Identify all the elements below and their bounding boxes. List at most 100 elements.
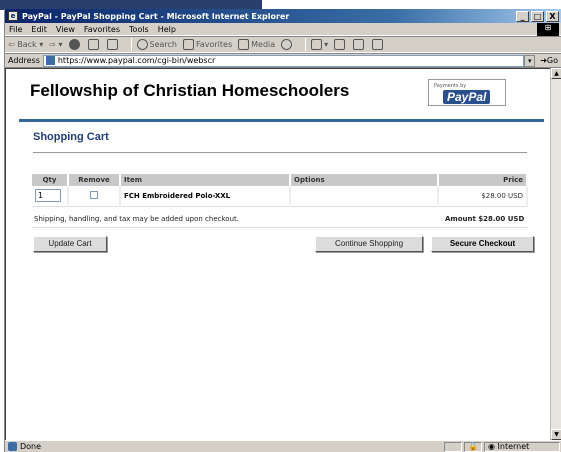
title-bar[interactable]: e PayPal - PayPal Shopping Cart - Micros… bbox=[5, 9, 561, 23]
back-label: Back bbox=[17, 40, 37, 49]
address-label: Address bbox=[8, 56, 40, 65]
page-header: Fellowship of Christian Homeschoolers Pa… bbox=[19, 69, 544, 122]
payments-by-label: Payments by bbox=[434, 83, 467, 89]
lock-icon: 🔒 bbox=[468, 442, 478, 451]
divider bbox=[33, 152, 527, 153]
update-cart-button[interactable]: Update Cart bbox=[33, 236, 107, 252]
address-bar: Address https://www.paypal.com/cgi-bin/w… bbox=[5, 53, 561, 68]
menu-bar: File Edit View Favorites Tools Help ⊞ bbox=[5, 23, 561, 36]
col-price: Price bbox=[438, 174, 528, 186]
menu-file[interactable]: File bbox=[9, 25, 22, 34]
globe-icon: ◉ bbox=[488, 442, 495, 451]
back-button[interactable]: ⇦ Back ▾ bbox=[8, 40, 43, 49]
item-options bbox=[290, 186, 439, 207]
go-arrow-icon: ➜ bbox=[540, 56, 547, 65]
status-text: Done bbox=[20, 442, 42, 451]
search-button[interactable]: Search bbox=[136, 39, 177, 50]
page-done-icon bbox=[8, 442, 17, 451]
window-title: PayPal - PayPal Shopping Cart - Microsof… bbox=[22, 11, 290, 21]
status-pane bbox=[444, 441, 462, 452]
stop-button[interactable] bbox=[68, 39, 82, 50]
status-bar: Done 🔒 ◉ Internet bbox=[5, 440, 561, 452]
refresh-icon bbox=[87, 39, 99, 50]
zone-label: Internet bbox=[497, 442, 530, 451]
search-label: Search bbox=[149, 40, 177, 49]
minimize-button[interactable]: _ bbox=[516, 10, 529, 22]
item-name: FCH Embroidered Polo-XXL bbox=[120, 186, 291, 207]
favorites-icon bbox=[182, 39, 194, 50]
qty-cell: 1 bbox=[32, 186, 69, 207]
toolbar: ⇦ Back ▾ ⇨ ▾ Search Favorites Media ▾ bbox=[5, 36, 561, 53]
refresh-button[interactable] bbox=[87, 39, 101, 50]
vertical-scrollbar[interactable]: ▲ ▼ bbox=[550, 68, 561, 440]
paypal-logo: PayPal bbox=[443, 90, 491, 104]
home-icon bbox=[106, 39, 118, 50]
search-icon bbox=[136, 39, 148, 50]
menu-edit[interactable]: Edit bbox=[31, 25, 47, 34]
history-icon bbox=[281, 39, 293, 50]
page-title: Shopping Cart bbox=[33, 131, 109, 143]
continue-shopping-button[interactable]: Continue Shopping bbox=[315, 236, 423, 252]
ssl-lock-pane: 🔒 bbox=[464, 441, 482, 452]
menu-view[interactable]: View bbox=[56, 25, 75, 34]
table-header-row: Qty Remove Item Options Price bbox=[32, 174, 528, 186]
zone-pane: ◉ Internet bbox=[484, 441, 560, 452]
favorites-label: Favorites bbox=[195, 40, 233, 49]
stop-icon bbox=[68, 39, 80, 50]
org-title: Fellowship of Christian Homeschoolers bbox=[30, 81, 350, 100]
favorites-button[interactable]: Favorites bbox=[182, 39, 233, 50]
page-viewport: Fellowship of Christian Homeschoolers Pa… bbox=[5, 68, 551, 440]
col-qty: Qty bbox=[32, 174, 69, 186]
paypal-badge: Payments by PayPal bbox=[428, 79, 506, 106]
menu-favorites[interactable]: Favorites bbox=[84, 25, 120, 34]
remove-cell bbox=[68, 186, 121, 207]
page-content: Fellowship of Christian Homeschoolers Pa… bbox=[19, 69, 544, 252]
maximize-button[interactable]: □ bbox=[531, 10, 544, 22]
print-icon bbox=[334, 39, 346, 50]
home-button[interactable] bbox=[106, 39, 120, 50]
address-input[interactable]: https://www.paypal.com/cgi-bin/webscr bbox=[42, 54, 525, 67]
col-remove: Remove bbox=[68, 174, 121, 186]
forward-arrow-icon: ⇨ bbox=[49, 40, 56, 49]
item-price: $28.00 USD bbox=[438, 186, 528, 207]
menu-tools[interactable]: Tools bbox=[129, 25, 149, 34]
browser-window: e PayPal - PayPal Shopping Cart - Micros… bbox=[4, 9, 561, 452]
address-dropdown-button[interactable]: ▾ bbox=[524, 54, 536, 67]
media-icon bbox=[238, 39, 250, 50]
cart-table: Qty Remove Item Options Price 1 FCH Embr… bbox=[32, 174, 528, 207]
edit-button[interactable] bbox=[353, 39, 366, 50]
back-arrow-icon: ⇦ bbox=[8, 40, 15, 49]
history-button[interactable] bbox=[281, 39, 294, 50]
edit-icon bbox=[353, 39, 365, 50]
go-label: Go bbox=[546, 56, 558, 65]
print-button[interactable] bbox=[334, 39, 347, 50]
go-button[interactable]: ➜Go bbox=[540, 56, 558, 65]
status-message: Done bbox=[5, 442, 444, 451]
table-row: 1 FCH Embroidered Polo-XXL $28.00 USD bbox=[32, 186, 528, 207]
menu-help[interactable]: Help bbox=[158, 25, 176, 34]
discuss-icon bbox=[372, 39, 384, 50]
col-options: Options bbox=[290, 174, 439, 186]
media-button[interactable]: Media bbox=[238, 39, 275, 50]
divider bbox=[32, 227, 528, 228]
quantity-input[interactable]: 1 bbox=[35, 189, 61, 203]
secure-checkout-button[interactable]: Secure Checkout bbox=[431, 236, 534, 252]
cart-total: Amount $28.00 USD bbox=[445, 215, 525, 223]
windows-logo-icon: ⊞ bbox=[537, 23, 559, 36]
toolbar-separator bbox=[305, 38, 307, 51]
media-label: Media bbox=[251, 40, 276, 49]
scroll-up-button[interactable]: ▲ bbox=[551, 68, 561, 79]
shipping-note: Shipping, handling, and tax may be added… bbox=[34, 215, 239, 223]
page-icon bbox=[45, 56, 55, 65]
discuss-button[interactable] bbox=[372, 39, 385, 50]
mail-icon bbox=[311, 39, 323, 50]
close-button[interactable]: X bbox=[546, 10, 559, 22]
col-item: Item bbox=[120, 174, 291, 186]
scroll-down-button[interactable]: ▼ bbox=[551, 429, 561, 440]
ie-icon: e bbox=[8, 11, 18, 21]
mail-button[interactable]: ▾ bbox=[311, 39, 328, 50]
remove-checkbox[interactable] bbox=[90, 190, 98, 199]
toolbar-separator bbox=[130, 38, 132, 51]
address-url: https://www.paypal.com/cgi-bin/webscr bbox=[57, 56, 216, 65]
forward-button[interactable]: ⇨ ▾ bbox=[49, 40, 62, 49]
